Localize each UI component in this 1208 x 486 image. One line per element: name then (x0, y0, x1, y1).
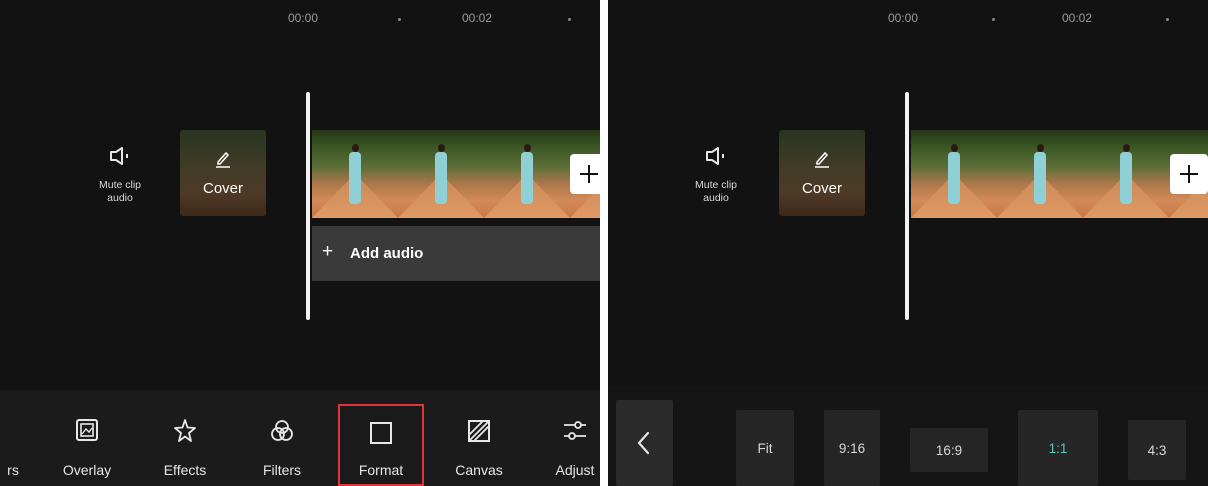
timecode-mid: 00:02 (1062, 11, 1093, 25)
speaker-icon (706, 147, 724, 165)
timecode-start: 00:00 (888, 11, 919, 25)
ratio-1-1-button[interactable]: 1:1 (1018, 410, 1098, 486)
tool-adjust[interactable]: Adjust (540, 390, 600, 486)
cover-label: Cover (801, 180, 842, 197)
tool-format[interactable]: Format (338, 404, 424, 486)
tool-overlay-label: Overlay (62, 462, 112, 478)
screen-divider (600, 0, 608, 486)
ratio-9-16-button[interactable]: 9:16 (824, 410, 880, 486)
clip-thumbnail (398, 130, 484, 218)
clip-thumbnail (484, 130, 570, 218)
mute-clip-audio-button[interactable]: Mute clip audio (84, 145, 156, 205)
tool-canvas-label: Canvas (455, 462, 503, 478)
mute-clip-label-2: audio (703, 192, 729, 204)
playhead[interactable] (905, 92, 909, 320)
tool-adjust-label: Adjust (555, 462, 595, 478)
video-clip-strip[interactable] (911, 130, 1208, 218)
timecode-dot (992, 18, 995, 21)
tool-effects[interactable]: Effects (148, 390, 222, 486)
add-audio-label: Add audio (350, 245, 424, 262)
tool-partial-label: rs (7, 462, 19, 478)
mute-clip-label: Mute clip (98, 179, 141, 191)
timecode-dot (1166, 18, 1169, 21)
add-clip-button[interactable] (570, 154, 600, 194)
timecode-start: 00:00 (288, 11, 319, 25)
pencil-icon (815, 151, 829, 168)
format-square-icon (370, 422, 392, 444)
speaker-icon (110, 147, 128, 165)
timecode-dot (568, 18, 571, 21)
playhead[interactable] (306, 92, 310, 320)
mute-clip-label: Mute clip (694, 179, 737, 191)
clip-thumbnail (1083, 130, 1169, 218)
back-button[interactable] (616, 400, 673, 486)
filters-icon (271, 420, 293, 441)
clip-thumbnail (997, 130, 1083, 218)
ratio-fit-button[interactable]: Fit (736, 410, 794, 486)
add-audio-button[interactable]: + Add audio (312, 226, 600, 281)
tool-format-label: Format (358, 462, 404, 478)
cover-button[interactable]: Cover (779, 130, 865, 216)
bottom-toolbar: rs Overlay Effects Filters Format Canvas… (0, 390, 600, 486)
plus-icon: + (322, 241, 334, 262)
tool-effects-label: Effects (163, 462, 207, 478)
timecode-mid: 00:02 (462, 11, 493, 25)
tool-overlay[interactable]: Overlay (52, 390, 122, 486)
video-clip-strip[interactable] (312, 130, 600, 218)
ratio-4-3-button[interactable]: 4:3 (1128, 420, 1186, 480)
cover-label: Cover (202, 180, 243, 197)
chevron-left-icon (637, 431, 650, 455)
timecode-dot (398, 18, 401, 21)
cover-button[interactable]: Cover (180, 130, 266, 216)
ratio-16-9-button[interactable]: 16:9 (910, 428, 988, 472)
adjust-sliders-icon (564, 421, 586, 440)
clip-thumbnail (911, 130, 997, 218)
mute-clip-audio-button[interactable]: Mute clip audio (680, 145, 752, 205)
right-editor-screen: 00:00 00:02 Mute clip audio Cover Fit 9:… (608, 0, 1208, 486)
left-editor-screen: 00:00 00:02 Mute clip audio Cover + Add … (0, 0, 600, 486)
canvas-icon (468, 420, 490, 442)
pencil-icon (216, 151, 230, 168)
tool-partial[interactable]: rs (0, 390, 30, 486)
add-clip-button[interactable] (1170, 154, 1208, 194)
tool-filters-label: Filters (262, 462, 302, 478)
tool-canvas[interactable]: Canvas (442, 390, 516, 486)
tool-filters[interactable]: Filters (246, 390, 318, 486)
overlay-icon (76, 419, 98, 441)
clip-thumbnail (312, 130, 398, 218)
format-toolbar (608, 386, 1208, 486)
mute-clip-label-2: audio (107, 192, 133, 204)
effects-sparkle-icon (174, 419, 196, 442)
